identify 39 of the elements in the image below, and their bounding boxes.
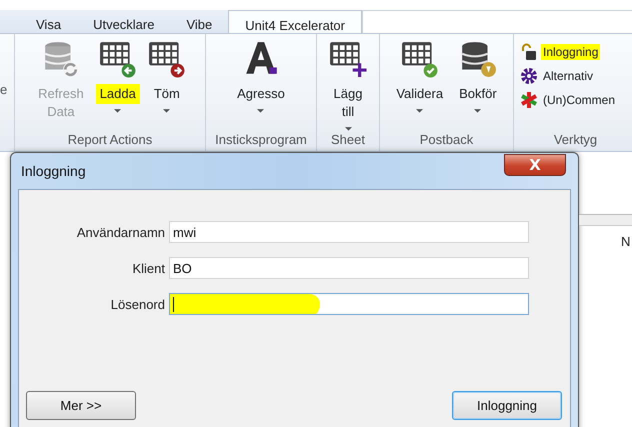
group-label: Sheet (330, 132, 366, 149)
ribbon-tab[interactable]: Visa (20, 10, 78, 33)
group-label: e (0, 82, 8, 97)
grid-plus-icon (329, 40, 367, 78)
ribbon-button[interactable]: Lägg till (326, 40, 370, 132)
asterisk-icon (520, 91, 538, 109)
grid-check-icon (400, 40, 439, 78)
padlock-icon (520, 43, 538, 61)
field-label: Användarnamn (76, 224, 166, 240)
ribbon-button[interactable]: Validera (389, 40, 450, 132)
ribbon-button[interactable]: Alternativ (518, 64, 632, 88)
group-label: Report Actions (66, 132, 154, 149)
ribbon-tab[interactable]: Vibe (170, 10, 228, 33)
close-button[interactable]: X (504, 154, 566, 176)
ribbon-button[interactable]: Inloggning (518, 40, 632, 64)
ribbon-tab[interactable]: Unit4 Excelerator (228, 10, 362, 33)
field-label: Lösenord (110, 296, 166, 312)
ribbon-button[interactable]: Ladda (92, 40, 143, 132)
ribbon-button[interactable]: Bokför (452, 40, 504, 132)
ribbon-button[interactable]: Töm (144, 40, 189, 132)
dialog-button[interactable]: Inloggning (452, 391, 562, 420)
ribbon-tab[interactable]: Utvecklare (77, 10, 170, 33)
group-label: Insticksprogram (214, 132, 308, 149)
sheet-header-row (579, 214, 632, 226)
group-label: Postback (418, 132, 474, 149)
input-field[interactable] (169, 293, 529, 315)
input-field[interactable]: BO (169, 257, 529, 279)
input-field[interactable]: mwi (169, 221, 529, 243)
grid-arrow-right-icon (148, 40, 186, 78)
group-label: Verktyg (552, 132, 598, 149)
text-cursor (173, 296, 174, 312)
gear-icon (520, 67, 538, 85)
field-label: Klient (131, 260, 166, 276)
grid-arrow-left-icon (98, 40, 137, 78)
ribbon-button[interactable]: (Un)Commen (518, 88, 632, 112)
ribbon-button[interactable]: Agresso (230, 40, 292, 132)
dialog-button[interactable]: Mer >> (26, 391, 136, 420)
dialog-title: Inloggning (21, 163, 86, 179)
cell-text: N (621, 234, 630, 249)
